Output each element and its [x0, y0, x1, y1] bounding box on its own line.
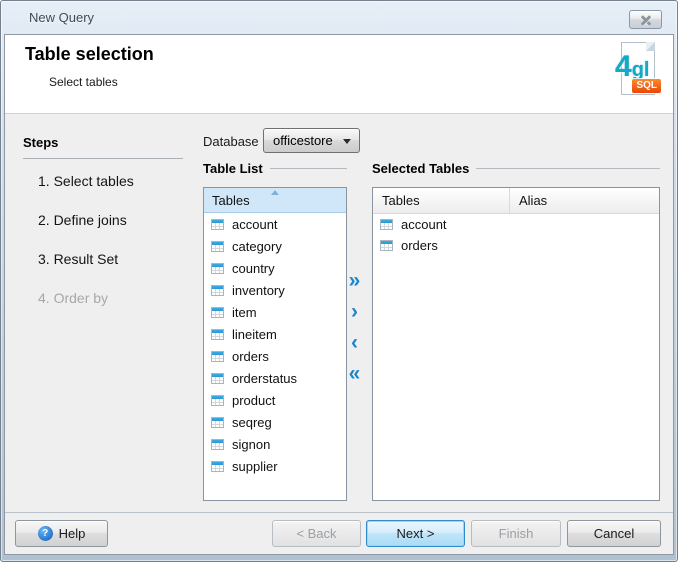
window-title: New Query	[29, 10, 94, 25]
step-define-joins: 2. Define joins	[38, 212, 127, 228]
table-list-heading-label: Table List	[203, 161, 263, 176]
table-icon	[211, 307, 224, 318]
table-icon	[211, 417, 224, 428]
new-query-dialog: New Query Table selection Select tables …	[0, 0, 678, 562]
help-button[interactable]: ? Help	[15, 520, 108, 547]
titlebar[interactable]: New Query	[1, 1, 677, 34]
database-selected-value: officestore	[273, 133, 333, 148]
table-name: item	[232, 305, 257, 320]
table-name: category	[232, 239, 282, 254]
step-select-tables: 1. Select tables	[38, 173, 134, 189]
table-name: account	[232, 217, 278, 232]
page-title: Table selection	[25, 44, 154, 65]
table-icon	[211, 439, 224, 450]
next-button[interactable]: Next >	[366, 520, 465, 547]
table-icon	[211, 395, 224, 406]
table-icon	[211, 329, 224, 340]
heading-rule	[476, 168, 660, 169]
table-list: Tables account category	[203, 187, 347, 501]
wizard-header: Table selection Select tables 4gl SQL	[5, 35, 673, 114]
logo-4: 4	[615, 50, 632, 83]
table-name: product	[232, 393, 275, 408]
table-list-column-label: Tables	[212, 193, 250, 208]
table-name: orders	[232, 349, 269, 364]
page-subtitle: Select tables	[49, 75, 118, 89]
close-button[interactable]	[629, 10, 662, 29]
logo-sql-badge: SQL	[632, 79, 661, 93]
remove-button[interactable]: ‹	[346, 333, 363, 353]
table-icon	[380, 219, 393, 230]
selected-tables-heading-label: Selected Tables	[372, 161, 469, 176]
table-name: lineitem	[232, 327, 277, 342]
table-icon	[380, 240, 393, 251]
table-list-item[interactable]: seqreg	[204, 411, 346, 433]
add-all-button[interactable]: »	[346, 271, 363, 291]
help-label: Help	[59, 526, 86, 541]
table-icon	[211, 219, 224, 230]
table-list-column-header[interactable]: Tables	[204, 188, 346, 213]
heading-rule	[270, 168, 347, 169]
table-list-item[interactable]: item	[204, 301, 346, 323]
table-icon	[211, 373, 224, 384]
close-icon	[640, 14, 652, 26]
table-list-item[interactable]: orderstatus	[204, 367, 346, 389]
selected-table-row[interactable]: orders	[373, 235, 659, 256]
table-name: seqreg	[232, 415, 272, 430]
table-list-item[interactable]: lineitem	[204, 323, 346, 345]
cancel-button[interactable]: Cancel	[567, 520, 661, 547]
selected-tables-rows: account orders	[373, 214, 659, 256]
table-name: inventory	[232, 283, 285, 298]
sort-ascending-icon	[271, 190, 279, 195]
finish-button[interactable]: Finish	[471, 520, 561, 547]
table-list-item[interactable]: signon	[204, 433, 346, 455]
selected-table-name: account	[401, 217, 447, 232]
column-tables: Tables	[373, 188, 510, 213]
chevron-down-icon	[343, 139, 351, 144]
selected-tables: Tables Alias account orders	[372, 187, 660, 501]
dialog-body: Table selection Select tables 4gl SQL St…	[4, 34, 674, 555]
table-list-item[interactable]: category	[204, 235, 346, 257]
table-name: orderstatus	[232, 371, 297, 386]
table-list-items: account category country invento	[204, 213, 346, 477]
table-list-item[interactable]: inventory	[204, 279, 346, 301]
database-select[interactable]: officestore	[263, 128, 360, 153]
4gl-sql-logo-icon: 4gl SQL	[615, 39, 661, 101]
add-button[interactable]: ›	[346, 302, 363, 322]
logo-gl: gl	[632, 59, 650, 81]
table-icon	[211, 241, 224, 252]
table-list-item[interactable]: orders	[204, 345, 346, 367]
database-label: Database :	[203, 134, 266, 149]
table-icon	[211, 263, 224, 274]
selected-tables-header: Tables Alias	[373, 188, 659, 214]
remove-all-button[interactable]: «	[346, 364, 363, 384]
selected-table-row[interactable]: account	[373, 214, 659, 235]
column-alias: Alias	[510, 193, 547, 208]
table-icon	[211, 351, 224, 362]
table-list-item[interactable]: product	[204, 389, 346, 411]
selected-table-name: orders	[401, 238, 438, 253]
table-icon	[211, 285, 224, 296]
back-button[interactable]: < Back	[272, 520, 361, 547]
footer-separator	[5, 512, 673, 513]
steps-heading: Steps	[23, 135, 183, 159]
table-list-heading: Table List	[203, 161, 347, 176]
table-list-item[interactable]: country	[204, 257, 346, 279]
table-name: signon	[232, 437, 270, 452]
step-result-set: 3. Result Set	[38, 251, 118, 267]
table-icon	[211, 461, 224, 472]
selected-tables-heading: Selected Tables	[372, 161, 660, 176]
step-order-by: 4. Order by	[38, 290, 108, 306]
help-icon: ?	[38, 526, 53, 541]
table-list-item[interactable]: account	[204, 213, 346, 235]
table-name: country	[232, 261, 275, 276]
table-name: supplier	[232, 459, 278, 474]
table-list-item[interactable]: supplier	[204, 455, 346, 477]
logo-text: 4gl	[615, 52, 649, 82]
